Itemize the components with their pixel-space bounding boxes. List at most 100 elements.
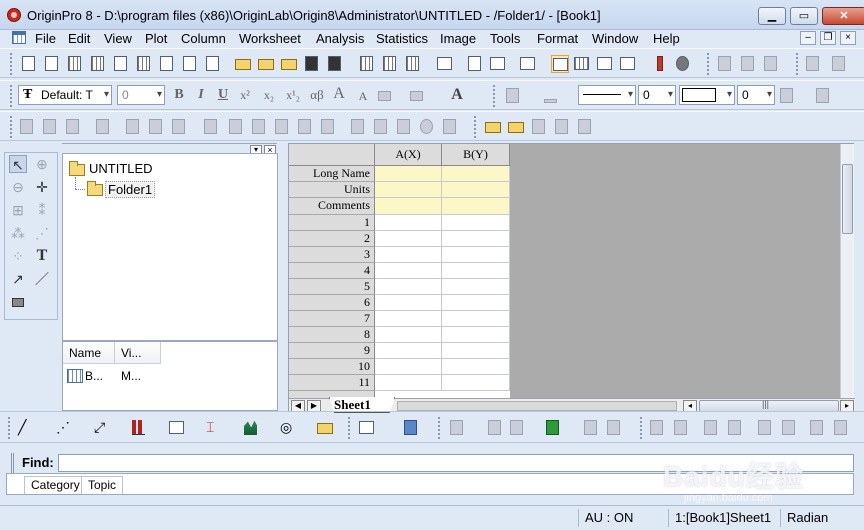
close-button[interactable]: ✕ bbox=[822, 7, 864, 25]
cut-button[interactable] bbox=[716, 55, 734, 73]
layout-button-6[interactable] bbox=[780, 419, 798, 437]
data-cell[interactable] bbox=[442, 279, 510, 295]
data-cell[interactable] bbox=[442, 359, 510, 375]
add-column-button[interactable] bbox=[651, 55, 669, 73]
layout-button-8[interactable] bbox=[832, 419, 850, 437]
origin-app-icon[interactable] bbox=[7, 8, 21, 22]
image-plot-button[interactable] bbox=[582, 419, 600, 437]
3d-bar-button[interactable] bbox=[402, 419, 420, 437]
new-function-button[interactable] bbox=[158, 55, 176, 73]
line-symbol-plot-button[interactable]: ⤢ bbox=[94, 419, 112, 437]
menu-worksheet[interactable]: Worksheet bbox=[239, 31, 301, 46]
column-header-a[interactable]: A(X) bbox=[375, 144, 442, 166]
menu-view[interactable]: View bbox=[104, 31, 132, 46]
toolbar-grip[interactable] bbox=[10, 116, 14, 138]
command-window-button[interactable] bbox=[596, 55, 614, 73]
text-tool[interactable]: T bbox=[33, 247, 51, 265]
new-notes-button[interactable] bbox=[204, 55, 222, 73]
region-tool[interactable]: ⁂ bbox=[9, 224, 27, 242]
clock-button[interactable] bbox=[418, 118, 436, 136]
data-cell[interactable] bbox=[375, 231, 442, 247]
menu-column[interactable]: Column bbox=[181, 31, 226, 46]
row-header[interactable]: 3 bbox=[289, 247, 375, 263]
fill-pattern-select[interactable] bbox=[679, 85, 735, 105]
menu-format[interactable]: Format bbox=[537, 31, 578, 46]
mdi-close-button[interactable]: × bbox=[840, 31, 856, 45]
new-excel-button[interactable] bbox=[89, 55, 107, 73]
mask-button-1[interactable] bbox=[530, 118, 548, 136]
data-cell[interactable] bbox=[442, 311, 510, 327]
font-size-select[interactable]: 0 bbox=[117, 85, 165, 105]
menu-statistics[interactable]: Statistics bbox=[376, 31, 428, 46]
new-graph-button[interactable] bbox=[112, 55, 130, 73]
row-header[interactable]: 11 bbox=[289, 375, 375, 391]
zoom-in-graph-button[interactable] bbox=[18, 118, 36, 136]
paste-button[interactable] bbox=[762, 55, 780, 73]
contour-button[interactable] bbox=[544, 419, 562, 437]
data-reader-tool[interactable]: ⁑ bbox=[33, 201, 51, 219]
line-tool[interactable]: ／ bbox=[33, 270, 51, 288]
data-cell[interactable] bbox=[375, 375, 442, 391]
menu-file[interactable]: File bbox=[35, 31, 56, 46]
data-cell[interactable] bbox=[375, 343, 442, 359]
list-header-name[interactable]: Name bbox=[63, 342, 115, 364]
3d-surface-button[interactable] bbox=[358, 419, 376, 437]
data-cell[interactable] bbox=[375, 215, 442, 231]
menu-image[interactable]: Image bbox=[440, 31, 476, 46]
row-header[interactable]: 6 bbox=[289, 295, 375, 311]
axis-button-1[interactable] bbox=[202, 118, 220, 136]
axis-button-2[interactable] bbox=[227, 118, 245, 136]
zoom-tool[interactable]: ⊕ bbox=[33, 155, 51, 173]
new-folder-button[interactable] bbox=[43, 55, 61, 73]
tree-root[interactable]: UNTITLED bbox=[89, 161, 153, 176]
polar-plot-button[interactable]: ◎ bbox=[280, 419, 298, 437]
row-header-long-name[interactable]: Long Name bbox=[289, 166, 375, 182]
row-header-comments[interactable]: Comments bbox=[289, 198, 375, 215]
menu-edit[interactable]: Edit bbox=[68, 31, 90, 46]
toolbar-grip[interactable] bbox=[348, 417, 352, 439]
import-single-button[interactable] bbox=[358, 55, 376, 73]
new-project-button[interactable] bbox=[20, 55, 38, 73]
align-button-2[interactable] bbox=[372, 118, 390, 136]
cell-units-a[interactable] bbox=[375, 182, 442, 198]
data-cell[interactable] bbox=[442, 375, 510, 391]
superscript-button[interactable]: x² bbox=[236, 86, 254, 104]
waterfall-button[interactable] bbox=[605, 419, 623, 437]
layer-button-3[interactable] bbox=[170, 118, 188, 136]
toolbar-grip[interactable] bbox=[8, 417, 12, 439]
menu-analysis[interactable]: Analysis bbox=[316, 31, 364, 46]
data-cell[interactable] bbox=[375, 263, 442, 279]
open-template-button[interactable] bbox=[257, 55, 275, 73]
3d-plot-button-1[interactable] bbox=[448, 419, 466, 437]
data-cell[interactable] bbox=[375, 295, 442, 311]
layout-button-7[interactable] bbox=[808, 419, 826, 437]
supsub-button[interactable]: x¹₂ bbox=[284, 86, 302, 104]
pick-mask-button[interactable] bbox=[507, 118, 525, 136]
new-layout-button[interactable] bbox=[181, 55, 199, 73]
add-layer-button[interactable] bbox=[804, 55, 822, 73]
axis-button-6[interactable] bbox=[319, 118, 337, 136]
vertical-scroll-thumb[interactable] bbox=[842, 164, 853, 234]
row-header[interactable]: 2 bbox=[289, 231, 375, 247]
scale-tool[interactable]: ⊞ bbox=[9, 201, 27, 219]
cell-comments-a[interactable] bbox=[375, 198, 442, 215]
pick-button[interactable] bbox=[484, 118, 502, 136]
3d-plot-button-2[interactable] bbox=[486, 419, 504, 437]
font-select[interactable]: Ŧ Default: T bbox=[18, 85, 112, 105]
layout-button-1[interactable] bbox=[648, 419, 666, 437]
data-cell[interactable] bbox=[442, 247, 510, 263]
import-wizard-button[interactable] bbox=[404, 55, 422, 73]
maximize-button[interactable]: ▭ bbox=[790, 7, 818, 25]
column-header-b[interactable]: B(Y) bbox=[442, 144, 510, 166]
restart-button[interactable] bbox=[674, 55, 692, 73]
layer-button-2[interactable] bbox=[147, 118, 165, 136]
data-cell[interactable] bbox=[442, 231, 510, 247]
row-header[interactable]: 1 bbox=[289, 215, 375, 231]
tree-folder1[interactable]: Folder1 bbox=[105, 181, 156, 198]
scatter-plot-button[interactable]: ⋰ bbox=[56, 419, 74, 437]
menu-tools[interactable]: Tools bbox=[490, 31, 520, 46]
fill-width-select[interactable]: 0 bbox=[737, 85, 775, 105]
list-item-name[interactable]: B... bbox=[85, 369, 103, 383]
left-align-button[interactable] bbox=[376, 87, 394, 105]
minimize-button[interactable]: ▁ bbox=[758, 7, 786, 25]
